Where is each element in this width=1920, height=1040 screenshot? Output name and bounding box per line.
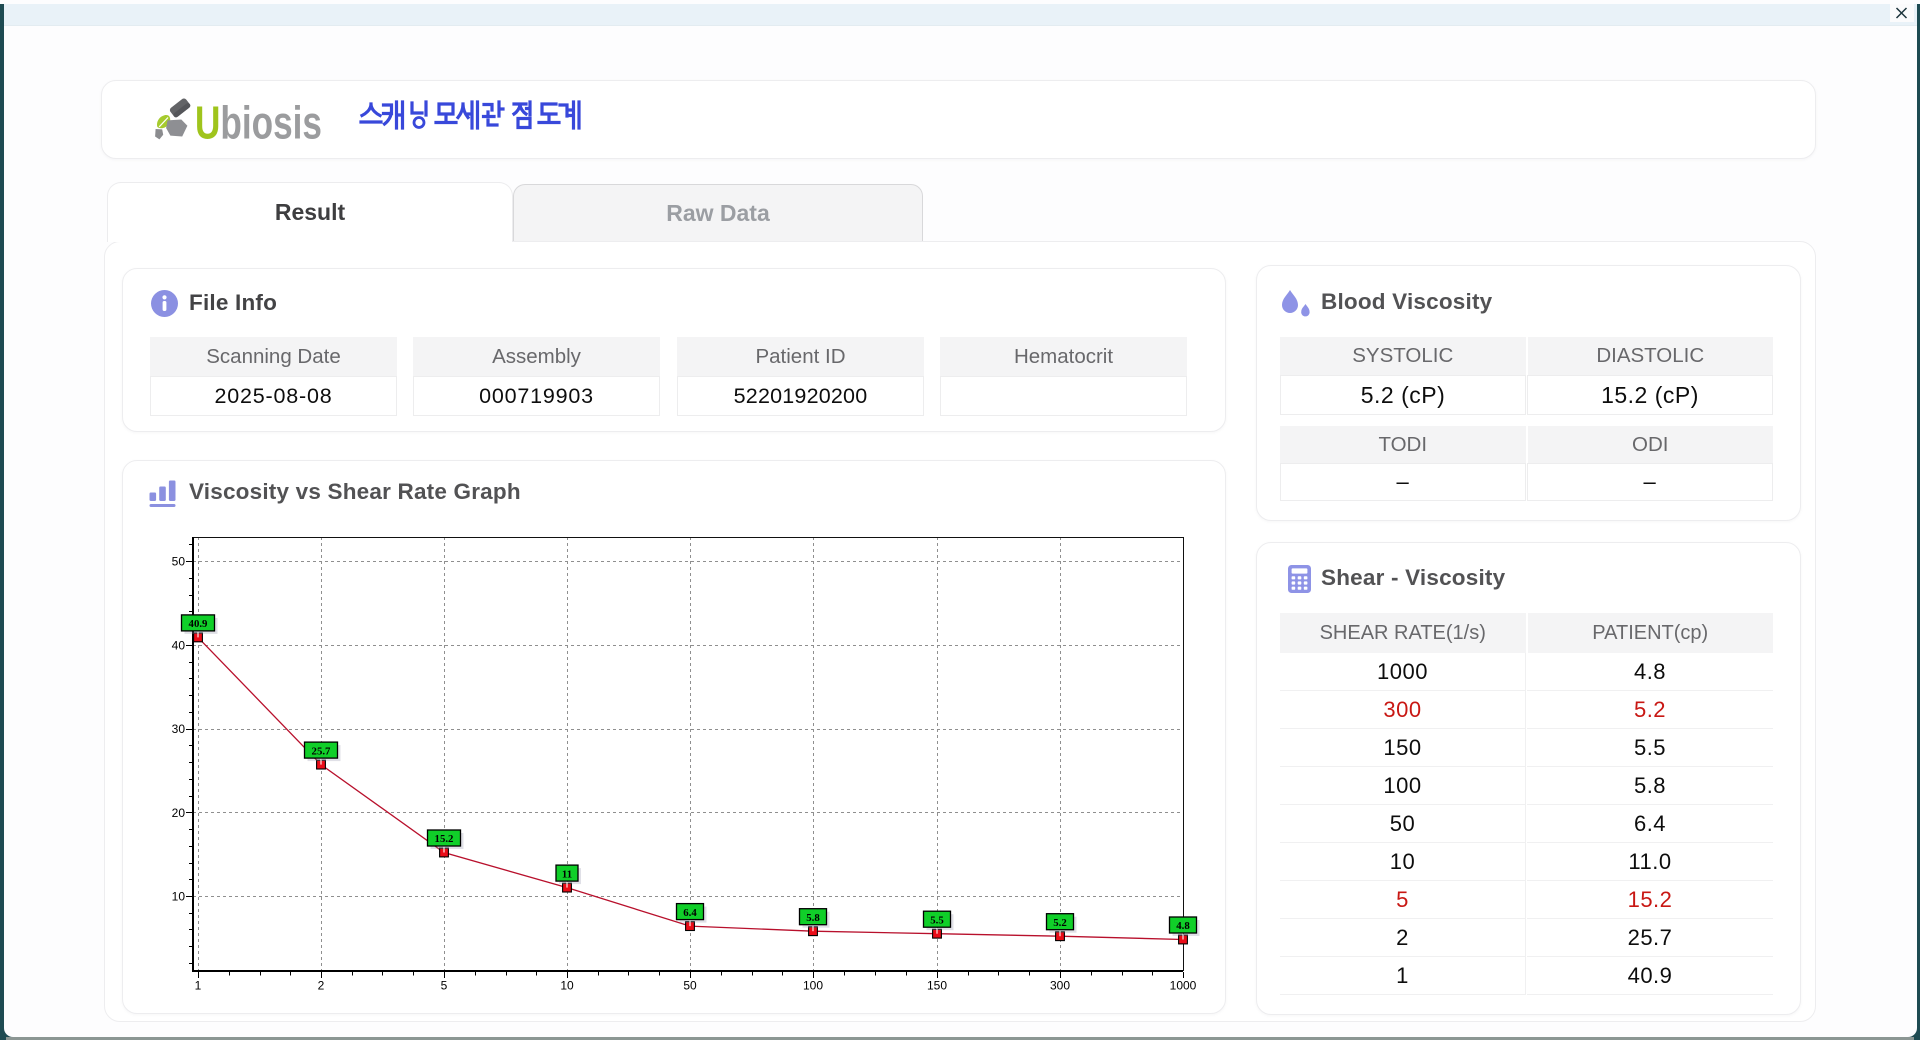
svg-text:25.7: 25.7	[312, 745, 331, 757]
svg-text:15.2: 15.2	[435, 833, 454, 845]
svg-text:10: 10	[560, 979, 574, 993]
svg-text:5.2: 5.2	[1053, 917, 1067, 929]
svg-text:1: 1	[195, 979, 202, 993]
svg-text:1000: 1000	[1170, 979, 1197, 993]
svg-text:20: 20	[172, 806, 186, 820]
svg-text:50: 50	[683, 979, 697, 993]
svg-text:5.5: 5.5	[930, 914, 944, 926]
svg-text:150: 150	[927, 979, 947, 993]
svg-text:4.8: 4.8	[1176, 920, 1190, 932]
svg-text:10: 10	[172, 890, 186, 904]
svg-text:300: 300	[1050, 979, 1070, 993]
svg-text:100: 100	[803, 979, 823, 993]
svg-text:11: 11	[562, 868, 572, 880]
svg-text:40.9: 40.9	[189, 618, 208, 630]
svg-text:6.4: 6.4	[683, 907, 697, 919]
svg-text:Ubiosis: Ubiosis	[195, 97, 322, 143]
svg-text:5: 5	[441, 979, 448, 993]
svg-text:30: 30	[172, 722, 186, 736]
svg-text:50: 50	[172, 555, 186, 569]
svg-text:2: 2	[318, 979, 325, 993]
svg-text:5.8: 5.8	[806, 912, 820, 924]
svg-text:40: 40	[172, 638, 186, 652]
